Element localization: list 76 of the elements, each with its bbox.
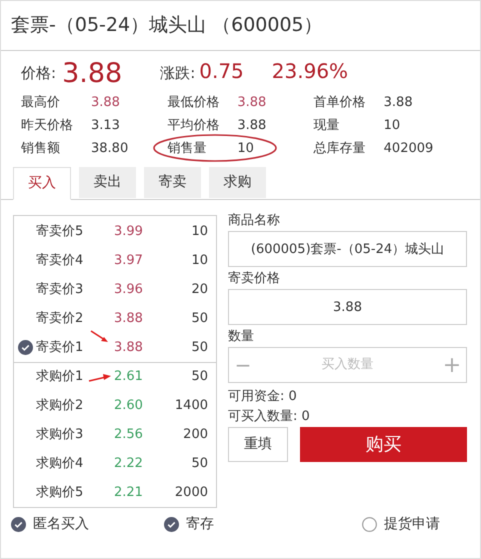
reset-button[interactable]: 重填 (228, 427, 288, 462)
stat-value: 10 (384, 117, 400, 136)
stat-label: 最高价 (21, 94, 61, 112)
change-label: 涨跌: (160, 62, 196, 84)
stat-value: 38.80 (91, 140, 128, 158)
stat-label: 平均价格 (167, 117, 220, 136)
field-label: 商品名称 (228, 212, 281, 230)
stat-value: 402009 (384, 140, 434, 158)
stat-value: 3.88 (237, 117, 266, 136)
order-level-label[interactable]: 求购价5 (36, 482, 114, 502)
order-price: 3.88 (114, 338, 164, 358)
order-level-label[interactable]: 求购价1 (36, 367, 114, 387)
order-quantity: 50 (190, 310, 208, 328)
annotation-arrow (88, 373, 112, 384)
change-value: 0.75 (199, 58, 244, 85)
available-funds: 可用资金: 0 (228, 388, 298, 406)
order-price: 3.96 (114, 280, 144, 299)
tab[interactable]: 求购 (209, 167, 266, 198)
order-price: 2.21 (114, 484, 144, 502)
price-field[interactable]: 3.88 (228, 289, 467, 325)
option-label[interactable]: 提货申请 (384, 514, 440, 535)
stat-value: 3.88 (237, 94, 266, 112)
buy-button[interactable]: 购买 (300, 427, 467, 462)
order-price: 3.97 (114, 252, 144, 270)
order-quantity: 50 (190, 454, 208, 473)
order-quantity: 1400 (174, 396, 208, 415)
field-label: 寄卖价格 (228, 270, 281, 288)
order-quantity: 10 (190, 222, 208, 241)
stat-label: 现量 (314, 117, 341, 136)
check-circle-icon[interactable] (164, 517, 179, 532)
stat-label: 首单价格 (314, 94, 367, 112)
option-label[interactable]: 匿名买入 (33, 514, 89, 535)
stat-label: 总库存量 (314, 140, 367, 158)
product-title: 套票-（05-24）城头山 （600005） (11, 13, 323, 38)
order-quantity: 50 (190, 338, 208, 357)
field-label: 数量 (228, 328, 255, 346)
stat-value: 10 (237, 140, 254, 158)
price-label: 价格: (21, 62, 56, 84)
annotation-arrow (90, 330, 110, 344)
stat-label: 昨天价格 (21, 117, 74, 136)
order-level-label[interactable]: 寄卖价4 (36, 250, 114, 270)
order-quantity: 200 (182, 426, 208, 444)
tab[interactable]: 寄卖 (144, 167, 201, 198)
order-level-label[interactable]: 求购价3 (36, 424, 114, 444)
max-quantity: 可买入数量: 0 (228, 408, 311, 425)
tab[interactable]: 卖出 (79, 167, 136, 198)
check-circle-icon[interactable] (18, 340, 32, 355)
order-level-label[interactable]: 求购价2 (36, 396, 114, 416)
order-price: 2.61 (114, 367, 164, 387)
order-price: 2.60 (114, 396, 144, 415)
order-level-label[interactable]: 寄卖价5 (36, 222, 114, 242)
change-percent: 23.96% (272, 58, 348, 85)
option-label[interactable]: 寄存 (186, 514, 214, 535)
price-value: 3.88 (62, 60, 122, 87)
name-field[interactable]: (600005)套票-（05-24）城头山 (228, 231, 467, 267)
radio-circle-icon[interactable] (362, 517, 377, 532)
order-price: 3.99 (114, 222, 144, 241)
stat-value: 3.88 (384, 94, 413, 112)
order-level-label[interactable]: 求购价4 (36, 454, 114, 474)
order-price: 2.56 (114, 426, 144, 444)
order-quantity: 20 (190, 280, 208, 299)
order-level-label[interactable]: 寄卖价2 (36, 308, 114, 328)
tab[interactable]: 买入 (13, 167, 71, 200)
stat-label: 销售量 (167, 140, 208, 158)
stat-value: 3.88 (91, 94, 120, 112)
check-circle-icon[interactable] (11, 517, 26, 532)
order-quantity: 10 (190, 252, 208, 270)
order-level-label[interactable]: 寄卖价3 (36, 280, 114, 300)
order-quantity: 2000 (174, 484, 208, 502)
stat-label: 销售额 (21, 140, 61, 158)
order-level-label[interactable]: 寄卖价1 (36, 338, 114, 358)
order-price: 3.88 (114, 310, 144, 328)
order-price: 2.22 (114, 454, 144, 473)
stat-label: 最低价格 (167, 94, 220, 112)
stat-value: 3.13 (91, 117, 120, 136)
order-quantity: 50 (190, 368, 208, 386)
